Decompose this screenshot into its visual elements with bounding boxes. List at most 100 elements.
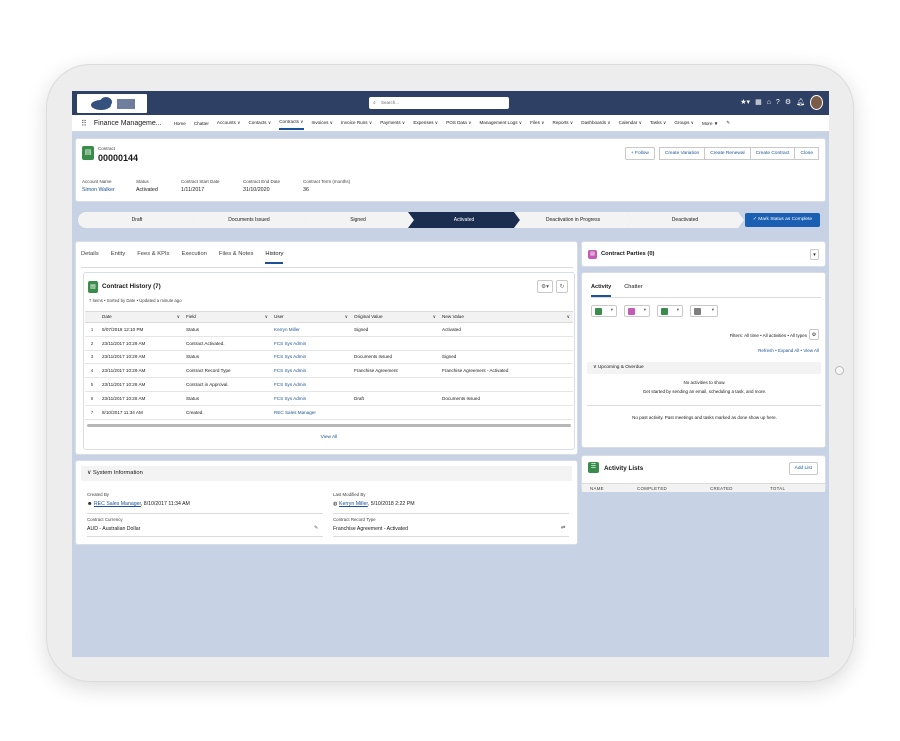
filter-gear-icon[interactable]: ⚙	[809, 329, 819, 340]
nav-item-reports[interactable]: Reports ∨	[553, 120, 574, 126]
refresh-icon[interactable]: ↻	[556, 280, 568, 293]
cell-user-link[interactable]: FCS Sys Admin	[271, 377, 351, 392]
nav-item-contracts[interactable]: Contracts ∨	[279, 116, 304, 130]
nav-item-payments[interactable]: Payments ∨	[380, 120, 405, 126]
follow-button[interactable]: + Follow	[624, 147, 655, 160]
global-search-input[interactable]: ⌕ Search...	[369, 97, 509, 109]
grid-icon[interactable]: ▦	[755, 97, 762, 109]
chevron-down-icon[interactable]: ∨	[177, 314, 180, 320]
col-label: New Value	[442, 314, 464, 319]
cell-new	[439, 405, 573, 420]
nav-item-files[interactable]: Files ∨	[530, 120, 544, 126]
cell-date: 5/07/2018 12:10 PM	[99, 322, 183, 337]
notification-icon[interactable]: 🔔︎	[796, 97, 805, 109]
nav-item-home[interactable]: Home	[174, 121, 186, 126]
chevron-down-icon[interactable]: ∨	[265, 314, 268, 320]
nav-item-calendar[interactable]: Calendar ∨	[619, 120, 642, 126]
mark-status-complete-button[interactable]: ✓ Mark Status as Complete	[745, 213, 820, 227]
cell-user-link[interactable]: FCS Sys Admin	[271, 391, 351, 406]
field-divider	[87, 536, 323, 537]
nav-item-pos-data[interactable]: POS Data ∨	[446, 120, 471, 126]
path-stage-activated[interactable]: Activated	[408, 212, 520, 228]
path-stage-documents-issued[interactable]: Documents Issued	[190, 212, 308, 228]
tab-activity[interactable]: Activity	[591, 284, 612, 297]
company-logo[interactable]	[77, 94, 147, 113]
clone-button[interactable]: Clone	[794, 147, 819, 160]
cell-user-link[interactable]: REC Sales Manager	[271, 405, 351, 420]
cell-field: Status	[183, 391, 271, 406]
nav-item-chatter[interactable]: Chatter	[194, 121, 209, 126]
field-value: 36	[303, 187, 309, 193]
cell-user-link[interactable]: FCS Sys Admin	[271, 350, 351, 365]
modified-by-user-link[interactable]: Kerryn Miller	[339, 501, 368, 507]
change-record-type-icon[interactable]: ⇄	[561, 525, 565, 531]
nav-item-dashboards[interactable]: Dashboards ∨	[581, 120, 610, 126]
path-stage-deactivation[interactable]: Deactivation in Progress	[514, 212, 632, 228]
created-by-user-link[interactable]: REC Sales Manager	[94, 501, 141, 507]
chevron-down-icon: ▾	[676, 307, 679, 312]
create-variation-button[interactable]: Create Variation	[658, 147, 706, 160]
chevron-down-icon[interactable]: ∨	[345, 314, 348, 320]
cell-user-link[interactable]: FCS Sys Admin	[271, 363, 351, 379]
edit-pencil-icon[interactable]: ✎	[314, 525, 318, 531]
account-name-link[interactable]: Simon Walker	[82, 187, 115, 193]
chevron-down-icon[interactable]: ∨	[567, 314, 570, 320]
horizontal-scrollbar[interactable]	[87, 424, 571, 427]
nav-item-groups[interactable]: Groups ∨	[674, 120, 694, 126]
edit-nav-icon[interactable]: ✎	[726, 120, 730, 126]
help-icon[interactable]: ?	[776, 97, 780, 109]
col-date[interactable]: Date ∨	[99, 311, 183, 323]
col-new-value[interactable]: New Value ∨	[439, 311, 573, 323]
nav-item-contacts[interactable]: Contacts ∨	[248, 120, 271, 126]
new-task-button[interactable]: ▾	[657, 305, 683, 317]
add-list-button[interactable]: Add List	[788, 462, 818, 475]
nav-item-tasks[interactable]: Tasks ∨	[650, 120, 666, 126]
col-user[interactable]: User ∨	[271, 311, 351, 323]
setup-assistant-icon[interactable]: ⌂	[767, 97, 771, 109]
tab-fees-kpis[interactable]: Fees & KPIs	[137, 251, 169, 264]
field-divider	[333, 536, 569, 537]
avatar[interactable]	[810, 95, 823, 110]
field-term: Contract Term (months) 36	[303, 179, 350, 193]
create-contract-button[interactable]: Create Contract	[749, 147, 796, 160]
tab-chatter[interactable]: Chatter	[624, 284, 642, 297]
new-event-button[interactable]: ▾	[624, 305, 650, 317]
tab-details[interactable]: Details	[81, 251, 99, 264]
chevron-down-icon[interactable]: ∨	[433, 314, 436, 320]
settings-gear-icon[interactable]: ⚙▾	[537, 280, 553, 293]
record-header: ▤ Contract 00000144 + Follow Create Vari…	[75, 138, 826, 202]
path-stage-draft[interactable]: Draft	[78, 212, 196, 228]
tab-entity[interactable]: Entity	[111, 251, 126, 264]
create-renewal-button[interactable]: Create Renewal	[704, 147, 751, 160]
view-all-link[interactable]: View All	[84, 435, 574, 440]
log-call-button[interactable]: ▾	[690, 305, 718, 317]
cell-field: Status	[183, 322, 271, 337]
nav-item-invoice-runs[interactable]: Invoice Runs ∨	[341, 120, 372, 126]
gear-icon[interactable]: ⚙	[785, 97, 791, 109]
cell-field: Status	[183, 350, 271, 365]
cell-original	[351, 377, 439, 392]
upcoming-overdue-header[interactable]: ∨ Upcoming & Overdue	[587, 362, 821, 374]
activity-links[interactable]: Refresh • Expand All • View All	[758, 348, 819, 353]
parties-menu-button[interactable]: ▾	[810, 249, 819, 260]
nav-item-expenses[interactable]: Expenses ∨	[413, 120, 438, 126]
cell-user-link[interactable]: FCS Sys Admin	[271, 336, 351, 351]
nav-item-invoices[interactable]: Invoices ∨	[312, 120, 334, 126]
cell-date: 23/11/2017 10:28 AM	[99, 391, 183, 406]
favorites-icon[interactable]: ★▾	[740, 97, 750, 109]
nav-item-management-logs[interactable]: Management Logs ∨	[479, 120, 522, 126]
new-email-button[interactable]: ▾	[591, 305, 617, 317]
nav-item-accounts[interactable]: Accounts ∨	[217, 120, 241, 126]
cell-user-link[interactable]: Kerryn Miller	[271, 322, 351, 337]
tab-history[interactable]: History	[265, 251, 284, 264]
path-stage-signed[interactable]: Signed	[302, 212, 414, 228]
system-info-header[interactable]: ∨ System Information	[81, 466, 572, 481]
col-original-value[interactable]: Original Value ∨	[351, 311, 439, 323]
tab-files-notes[interactable]: Files & Notes	[219, 251, 253, 264]
email-icon	[595, 308, 602, 315]
path-stage-deactivated[interactable]: Deactivated	[626, 212, 744, 228]
app-launcher-icon[interactable]: ⠿	[81, 119, 87, 128]
col-field[interactable]: Field ∨	[183, 311, 271, 323]
tab-execution[interactable]: Execution	[181, 251, 206, 264]
nav-item-more[interactable]: More ▼	[702, 121, 718, 126]
